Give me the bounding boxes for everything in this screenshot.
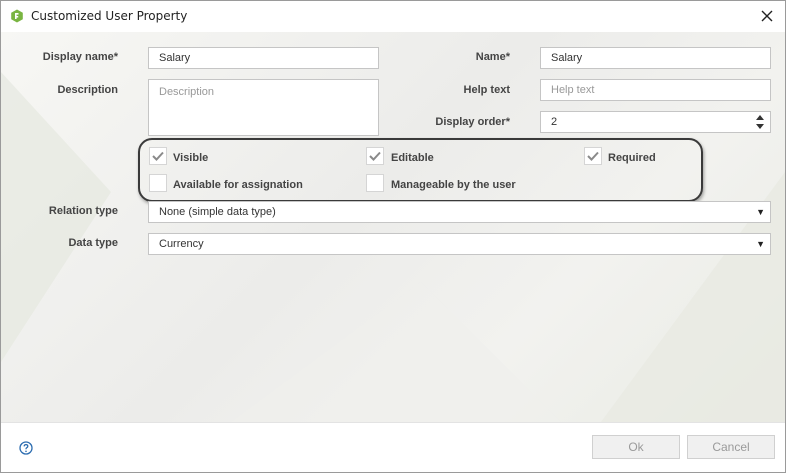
name-value: Salary — [551, 52, 583, 64]
form-content: Display name* Salary Name* Salary Descri… — [1, 32, 785, 422]
help-text-placeholder: Help text — [551, 84, 595, 96]
stepper-arrows[interactable] — [756, 115, 764, 129]
display-order-label: Display order* — [435, 116, 510, 128]
display-order-stepper[interactable]: 2 — [540, 111, 771, 133]
ok-button[interactable]: Ok — [592, 435, 680, 459]
dropdown-arrow-icon: ▼ — [756, 239, 765, 249]
name-label: Name* — [475, 51, 510, 63]
dropdown-arrow-icon: ▼ — [756, 207, 765, 217]
help-icon[interactable] — [19, 441, 33, 455]
cancel-button[interactable]: Cancel — [687, 435, 775, 459]
arrow-up-icon[interactable] — [756, 115, 764, 120]
dialog-window: Customized User Property Display name* S… — [0, 0, 786, 473]
display-order-value: 2 — [551, 116, 558, 128]
arrow-down-icon[interactable] — [756, 124, 764, 129]
window-title: Customized User Property — [31, 9, 188, 23]
display-name-value: Salary — [159, 52, 191, 64]
title-bar: Customized User Property — [1, 1, 785, 32]
display-name-label: Display name* — [42, 51, 118, 63]
help-text-input[interactable]: Help text — [540, 79, 771, 101]
name-input[interactable]: Salary — [540, 47, 771, 69]
data-type-value: Currency — [159, 238, 204, 250]
app-logo-icon — [11, 9, 23, 23]
relation-type-label: Relation type — [48, 205, 118, 217]
relation-type-select[interactable]: None (simple data type) ▼ — [148, 201, 771, 223]
help-text-label: Help text — [463, 84, 510, 96]
description-textarea[interactable]: Description — [148, 79, 379, 136]
relation-type-value: None (simple data type) — [159, 206, 276, 218]
dialog-footer: Ok Cancel — [1, 422, 785, 472]
description-placeholder: Description — [159, 86, 215, 98]
close-button[interactable] — [755, 5, 779, 27]
checkbox-highlight-outline — [138, 138, 703, 202]
close-icon — [761, 10, 773, 22]
data-type-label: Data type — [68, 237, 118, 249]
description-label: Description — [57, 84, 118, 96]
display-name-input[interactable]: Salary — [148, 47, 379, 69]
data-type-select[interactable]: Currency ▼ — [148, 233, 771, 255]
